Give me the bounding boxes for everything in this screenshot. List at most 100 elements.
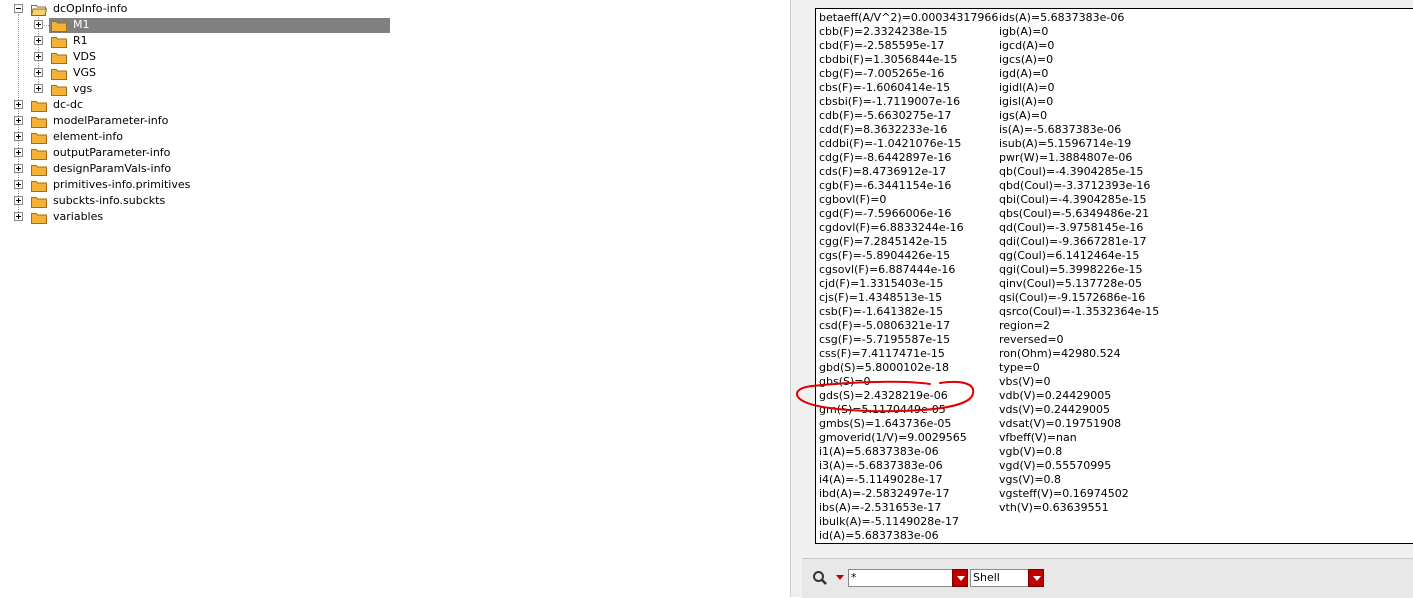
info-line: cbdbi(F)=1.3056844e-15 <box>819 53 958 66</box>
info-line: ibd(A)=-2.5832497e-17 <box>819 487 950 500</box>
folder-icon <box>31 180 47 192</box>
expand-icon[interactable] <box>14 100 23 109</box>
expand-icon[interactable] <box>34 20 43 29</box>
info-line: vth(V)=0.63639551 <box>999 501 1109 514</box>
tree-node-variables[interactable]: variables <box>0 209 390 225</box>
tree-node-vgs-lower[interactable]: vgs <box>0 81 390 97</box>
info-column-1: betaeff(A/V^2)=0.00034317966 cbb(F)=2.332… <box>819 11 998 543</box>
shell-dropdown-button[interactable] <box>1028 569 1044 587</box>
tree-node-label: M1 <box>73 18 90 31</box>
info-line: vfbeff(V)=nan <box>999 431 1077 444</box>
folder-icon <box>31 164 47 176</box>
info-line: cgs(F)=-5.8904426e-15 <box>819 249 951 262</box>
info-line: cjd(F)=1.3315403e-15 <box>819 277 944 290</box>
info-line: cgb(F)=-6.3441154e-16 <box>819 179 952 192</box>
info-line: gbd(S)=5.8000102e-18 <box>819 361 949 374</box>
info-line: qsrco(Coul)=-1.3532364e-15 <box>999 305 1160 318</box>
folder-icon <box>51 36 67 48</box>
expand-icon[interactable] <box>14 196 23 205</box>
collapse-icon[interactable] <box>14 4 23 13</box>
filter-dropdown-button[interactable] <box>952 569 968 587</box>
info-line: cgd(F)=-7.5966006e-16 <box>819 207 952 220</box>
info-line: vgs(V)=0.8 <box>999 473 1062 486</box>
info-line: i3(A)=-5.6837383e-06 <box>819 459 943 472</box>
tree-node-dcopinfo-info[interactable]: dcOpInfo-info <box>0 1 390 17</box>
tree-node-label: vgs <box>73 82 93 95</box>
folder-icon <box>31 132 47 144</box>
info-line: gmoverid(1/V)=9.0029565 <box>819 431 967 444</box>
expand-icon[interactable] <box>14 164 23 173</box>
info-line: qbi(Coul)=-4.3904285e-15 <box>999 193 1147 206</box>
folder-icon <box>31 116 47 128</box>
info-line: cbsbi(F)=-1.7119007e-16 <box>819 95 961 108</box>
info-line: vdb(V)=0.24429005 <box>999 389 1112 402</box>
expand-icon[interactable] <box>34 68 43 77</box>
folder-icon <box>31 196 47 208</box>
folder-icon <box>31 212 47 224</box>
tree-node-r1[interactable]: R1 <box>0 33 390 49</box>
info-line: cgg(F)=7.2845142e-15 <box>819 235 948 248</box>
expand-icon[interactable] <box>14 132 23 141</box>
magnifier-icon[interactable] <box>812 570 828 586</box>
info-line: i1(A)=5.6837383e-06 <box>819 445 939 458</box>
tree-node-subckts-info[interactable]: subckts-info.subckts <box>0 193 390 209</box>
info-line: cddbi(F)=-1.0421076e-15 <box>819 137 962 150</box>
info-line: css(F)=7.4117471e-15 <box>819 347 945 360</box>
info-line: id(A)=5.6837383e-06 <box>819 529 939 542</box>
info-line: igs(A)=0 <box>999 109 1048 122</box>
info-line: i4(A)=-5.1149028e-17 <box>819 473 943 486</box>
expand-icon[interactable] <box>34 84 43 93</box>
info-line: qbd(Coul)=-3.3712393e-16 <box>999 179 1151 192</box>
search-options-dropdown-icon[interactable] <box>836 575 844 580</box>
info-line: qdi(Coul)=-9.3667281e-17 <box>999 235 1147 248</box>
expand-icon[interactable] <box>34 36 43 45</box>
folder-icon <box>51 52 67 64</box>
info-line: vds(V)=0.24429005 <box>999 403 1111 416</box>
tree-node-modelparameter-info[interactable]: modelParameter-info <box>0 113 390 129</box>
folder-icon <box>51 20 67 32</box>
filter-input[interactable]: * <box>848 569 968 587</box>
folder-icon <box>51 84 67 96</box>
expand-icon[interactable] <box>14 212 23 221</box>
info-line: igcd(A)=0 <box>999 39 1055 52</box>
tree-node-outputparameter-info[interactable]: outputParameter-info <box>0 145 390 161</box>
info-line: cjs(F)=1.4348513e-15 <box>819 291 943 304</box>
expand-icon[interactable] <box>14 180 23 189</box>
tree-node-label: element-info <box>53 130 123 143</box>
tree-node-dc-dc[interactable]: dc-dc <box>0 97 390 113</box>
info-line: csd(F)=-5.0806321e-17 <box>819 319 951 332</box>
tree-node-designparamvals-info[interactable]: designParamVals-info <box>0 161 390 177</box>
tree-node-label: outputParameter-info <box>53 146 171 159</box>
tree-node-label: designParamVals-info <box>53 162 172 175</box>
bottom-toolbar: * Shell <box>802 558 1413 598</box>
tree-node-primitives-info[interactable]: primitives-info.primitives <box>0 177 390 193</box>
info-line: type=0 <box>999 361 1040 374</box>
expand-icon[interactable] <box>14 116 23 125</box>
tree-node-label: subckts-info.subckts <box>53 194 166 207</box>
info-line: gds(S)=2.4328219e-06 <box>819 389 948 402</box>
info-line: cds(F)=8.4736912e-17 <box>819 165 947 178</box>
info-line: ids(A)=5.6837383e-06 <box>999 11 1125 24</box>
expand-icon[interactable] <box>34 52 43 61</box>
tree-node-element-info[interactable]: element-info <box>0 129 390 145</box>
info-line: qinv(Coul)=5.137728e-05 <box>999 277 1142 290</box>
open-folder-icon <box>31 4 47 16</box>
info-line: cbs(F)=-1.6060414e-15 <box>819 81 951 94</box>
info-line: cbd(F)=-2.585595e-17 <box>819 39 945 52</box>
expand-icon[interactable] <box>14 148 23 157</box>
info-line: csg(F)=-5.7195587e-15 <box>819 333 951 346</box>
info-line: qgi(Coul)=5.3998226e-15 <box>999 263 1143 276</box>
info-line: qsi(Coul)=-9.1572686e-16 <box>999 291 1146 304</box>
tree-node-vds[interactable]: VDS <box>0 49 390 65</box>
info-line: ibulk(A)=-5.1149028e-17 <box>819 515 959 528</box>
info-line: cbb(F)=2.3324238e-15 <box>819 25 948 38</box>
tree-node-vgs-upper[interactable]: VGS <box>0 65 390 81</box>
info-line: gm(S)=5.1170449e-05 <box>819 403 946 416</box>
info-line: pwr(W)=1.3884807e-06 <box>999 151 1133 164</box>
tree-node-m1[interactable]: M1 <box>0 17 390 33</box>
info-line: gbs(S)=0 <box>819 375 871 388</box>
info-line: cdg(F)=-8.6442897e-16 <box>819 151 952 164</box>
info-line: igisl(A)=0 <box>999 95 1054 108</box>
info-line: qg(Coul)=6.1412464e-15 <box>999 249 1140 262</box>
tree-node-label: modelParameter-info <box>53 114 169 127</box>
